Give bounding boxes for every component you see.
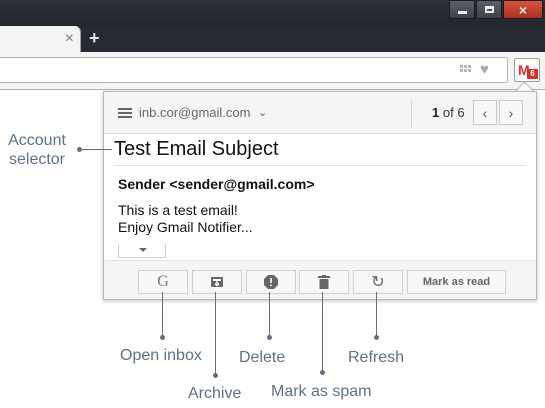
account-selector-callout: Account selector xyxy=(6,131,68,169)
browser-toolbar: ♥ M 6 xyxy=(0,52,545,90)
popup-footer: G ↻ Mark as read xyxy=(104,260,536,299)
callout-dot xyxy=(213,373,218,378)
mark-as-read-button[interactable]: Mark as read xyxy=(407,270,506,294)
callout-line: selector xyxy=(8,151,66,168)
unread-count-badge: 6 xyxy=(527,69,538,79)
refresh-callout: Refresh xyxy=(348,349,405,366)
tab-close-icon[interactable]: × xyxy=(65,29,74,49)
next-message-button[interactable]: › xyxy=(499,100,523,125)
browser-tab[interactable]: × xyxy=(0,26,81,52)
callout-line: Account xyxy=(8,132,66,149)
archive-icon xyxy=(211,277,223,287)
callout-dot xyxy=(374,335,379,340)
subject-divider xyxy=(114,165,526,166)
refresh-icon: ↻ xyxy=(371,274,385,291)
header-divider xyxy=(411,99,412,127)
callout-leader xyxy=(376,292,377,337)
minimize-button[interactable] xyxy=(449,0,475,19)
archive-callout: Archive xyxy=(188,385,242,402)
refresh-button[interactable]: ↻ xyxy=(353,270,403,294)
callout-leader xyxy=(162,292,163,337)
close-window-button[interactable]: × xyxy=(503,0,543,19)
pager-current: 1 xyxy=(432,105,440,120)
callout-dot xyxy=(160,335,165,340)
window-controls: × xyxy=(448,0,543,20)
apps-grid-icon[interactable] xyxy=(460,65,472,75)
bookmark-heart-icon[interactable]: ♥ xyxy=(480,62,489,78)
callout-dot xyxy=(267,335,272,340)
delete-button[interactable] xyxy=(299,270,349,294)
spam-icon xyxy=(264,275,278,289)
email-body: This is a test email! Enjoy Gmail Notifi… xyxy=(118,202,253,236)
maximize-icon xyxy=(484,6,494,13)
trash-icon xyxy=(318,275,330,289)
expand-message-button[interactable] xyxy=(118,244,166,258)
gmail-notifier-button[interactable]: M 6 xyxy=(514,58,540,82)
email-subject: Test Email Subject xyxy=(114,138,279,160)
menu-icon[interactable] xyxy=(118,108,132,119)
pager-total: of 6 xyxy=(442,105,465,120)
mark-as-spam-callout: Mark as spam xyxy=(271,383,372,400)
archive-button[interactable] xyxy=(192,270,242,294)
google-icon: G xyxy=(157,273,169,290)
email-body-line: This is a test email! xyxy=(118,202,238,218)
open-inbox-callout: Open inbox xyxy=(120,347,202,364)
callout-leader xyxy=(215,292,216,375)
chevron-down-icon[interactable]: ⌄ xyxy=(258,105,267,121)
previous-message-button[interactable]: ‹ xyxy=(473,100,497,125)
callout-dot xyxy=(320,370,325,375)
email-body-line: Enjoy Gmail Notifier... xyxy=(118,219,253,235)
account-selector[interactable]: inb.cor@gmail.com xyxy=(139,105,250,121)
new-tab-button[interactable]: + xyxy=(89,28,100,48)
minimize-icon xyxy=(457,11,467,14)
delete-callout: Delete xyxy=(239,349,286,366)
message-pager: 1 of 6 xyxy=(432,105,465,121)
popup-header: inb.cor@gmail.com ⌄ 1 of 6 ‹ › xyxy=(104,92,536,134)
callout-leader xyxy=(322,292,323,372)
mark-as-spam-button[interactable] xyxy=(246,270,296,294)
open-inbox-button[interactable]: G xyxy=(138,270,188,294)
callout-leader xyxy=(269,292,270,337)
email-sender: Sender <sender@gmail.com> xyxy=(118,176,315,192)
maximize-button[interactable] xyxy=(476,0,502,19)
callout-leader xyxy=(80,149,112,150)
notifier-popup: inb.cor@gmail.com ⌄ 1 of 6 ‹ › Test Emai… xyxy=(103,91,537,300)
address-bar[interactable]: ♥ xyxy=(0,57,508,83)
